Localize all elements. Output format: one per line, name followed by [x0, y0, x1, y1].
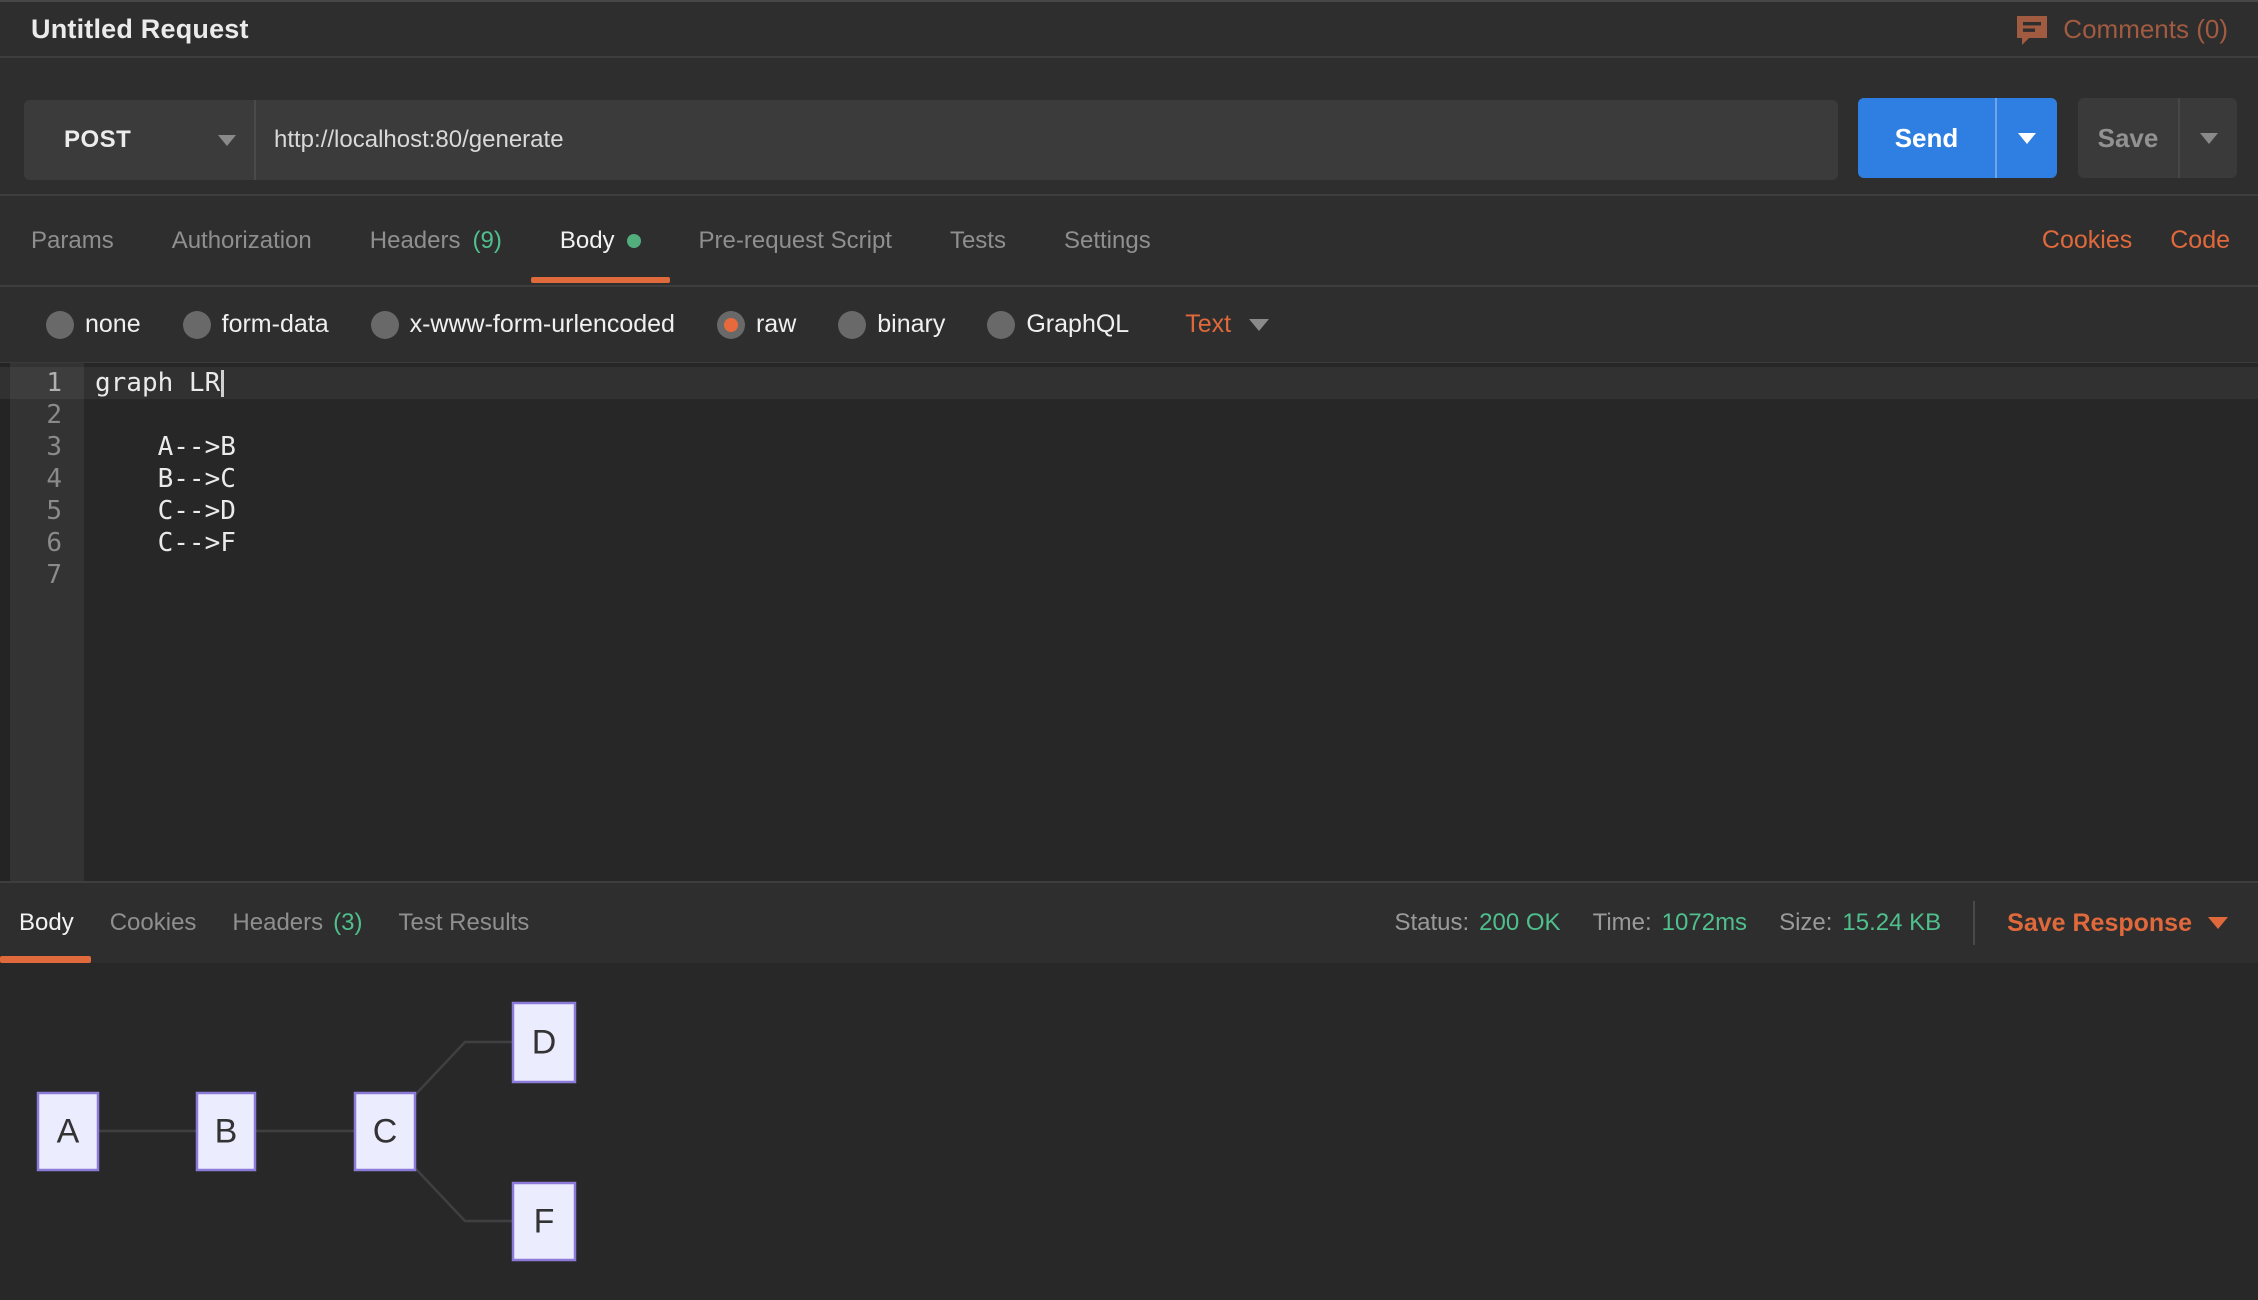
body-type-radio-form-data[interactable]: form-data — [183, 310, 329, 339]
send-caret-icon — [2018, 133, 2036, 144]
graph-edge-C-F — [415, 1168, 513, 1221]
editor-line[interactable]: 7 — [0, 559, 2258, 591]
radio-icon — [183, 311, 211, 339]
graph-node-B: B — [197, 1093, 255, 1170]
url-field: POST — [24, 100, 1838, 180]
graph-node-A: A — [38, 1093, 98, 1170]
editor-line-text — [84, 399, 95, 431]
save-caret-icon — [2200, 133, 2218, 144]
editor-line[interactable]: 4 B-->C — [0, 463, 2258, 495]
response-tab-cookies[interactable]: Cookies — [110, 883, 197, 963]
body-type-radio-raw[interactable]: raw — [717, 310, 796, 339]
editor-line-text: graph LR — [84, 367, 224, 399]
editor-line[interactable]: 5 C-->D — [0, 495, 2258, 527]
raw-format-select[interactable]: Text — [1185, 310, 1269, 339]
headers-count-badge: (9) — [473, 227, 502, 255]
tab-body[interactable]: Body — [560, 196, 641, 285]
editor-line[interactable]: 3 A-->B — [0, 431, 2258, 463]
save-response-button[interactable]: Save Response — [2007, 909, 2228, 938]
tab-settings[interactable]: Settings — [1064, 196, 1151, 285]
editor-line-text: B-->C — [84, 463, 236, 495]
tab-pre-request-script[interactable]: Pre-request Script — [699, 196, 892, 285]
url-input[interactable] — [256, 100, 1838, 180]
editor-cursor — [221, 370, 224, 397]
editor-line-text: C-->D — [84, 495, 236, 527]
save-button[interactable]: Save — [2078, 98, 2237, 178]
radio-icon — [46, 311, 74, 339]
editor-line[interactable]: 6 C-->F — [0, 527, 2258, 559]
request-tabs-bar: Params Authorization Headers (9) Body Pr… — [0, 196, 2258, 287]
body-type-radio-none[interactable]: none — [46, 310, 141, 339]
meta-divider — [1973, 901, 1975, 945]
size-value: 15.24 KB — [1842, 909, 1941, 937]
tab-headers[interactable]: Headers (9) — [370, 196, 502, 285]
body-type-row: none form-data x-www-form-urlencoded raw… — [0, 287, 2258, 363]
response-tab-headers[interactable]: Headers (3) — [232, 883, 362, 963]
radio-icon — [838, 311, 866, 339]
radio-icon — [987, 311, 1015, 339]
editor-line[interactable]: 2 — [0, 399, 2258, 431]
send-button[interactable]: Send — [1858, 98, 2057, 178]
response-headers-count-badge: (3) — [333, 909, 362, 937]
radio-icon — [371, 311, 399, 339]
request-body-editor[interactable]: 1graph LR23 A-->B4 B-->C5 C-->D6 C-->F7 — [0, 363, 2258, 881]
graph-node-D: D — [513, 1003, 575, 1082]
method-select[interactable]: POST — [24, 100, 256, 180]
graph-node-F: F — [513, 1183, 575, 1260]
graph-node-label: D — [532, 1024, 557, 1062]
send-options-dropdown[interactable] — [1995, 98, 2057, 178]
status-value: 200 OK — [1479, 909, 1560, 937]
send-button-label[interactable]: Send — [1858, 98, 1995, 178]
time-value: 1072ms — [1662, 909, 1747, 937]
comments-button[interactable]: Comments (0) — [2015, 14, 2228, 45]
body-type-radio-x-www-form-urlencoded[interactable]: x-www-form-urlencoded — [371, 310, 675, 339]
request-url-row: POST Send Save — [0, 58, 2258, 196]
tab-tests[interactable]: Tests — [950, 196, 1006, 285]
line-number: 1 — [10, 367, 84, 399]
comments-label: Comments (0) — [2063, 14, 2228, 45]
graph-node-label: F — [534, 1203, 555, 1241]
line-number: 3 — [10, 431, 84, 463]
line-number: 4 — [10, 463, 84, 495]
method-caret-icon — [218, 135, 236, 146]
response-size: Size: 15.24 KB — [1779, 909, 1941, 937]
graph-edge-C-D — [415, 1042, 513, 1095]
save-response-caret-icon — [2208, 917, 2228, 929]
method-label: POST — [64, 126, 131, 154]
editor-line-text — [84, 559, 95, 591]
graph-node-label: C — [373, 1113, 398, 1151]
editor-line-text: A-->B — [84, 431, 236, 463]
response-tabs-bar: Body Cookies Headers (3) Test Results St… — [0, 881, 2258, 963]
request-header-bar: Untitled Request Comments (0) — [0, 0, 2258, 58]
raw-format-label: Text — [1185, 310, 1231, 339]
comment-bubble-icon — [2015, 14, 2049, 45]
body-type-radio-graphql[interactable]: GraphQL — [987, 310, 1129, 339]
graph-node-label: A — [57, 1113, 80, 1151]
response-tab-test-results[interactable]: Test Results — [398, 883, 529, 963]
graph-node-label: B — [215, 1113, 238, 1151]
radio-selected-icon — [717, 311, 745, 339]
line-number: 7 — [10, 559, 84, 591]
body-modified-dot — [627, 234, 641, 248]
editor-line[interactable]: 1graph LR — [0, 367, 2258, 399]
response-tab-body[interactable]: Body — [19, 883, 74, 963]
editor-line-text: C-->F — [84, 527, 236, 559]
line-number: 2 — [10, 399, 84, 431]
save-options-dropdown[interactable] — [2178, 98, 2237, 178]
body-type-radio-binary[interactable]: binary — [838, 310, 945, 339]
code-link[interactable]: Code — [2170, 226, 2230, 255]
cookies-link[interactable]: Cookies — [2042, 226, 2132, 255]
line-number: 6 — [10, 527, 84, 559]
request-title: Untitled Request — [31, 14, 249, 45]
response-status: Status: 200 OK — [1394, 909, 1560, 937]
response-time: Time: 1072ms — [1593, 909, 1748, 937]
response-graph: A B C D F — [0, 963, 2258, 1300]
tab-params[interactable]: Params — [31, 196, 114, 285]
format-caret-icon — [1249, 319, 1269, 331]
line-number: 5 — [10, 495, 84, 527]
save-button-label[interactable]: Save — [2078, 98, 2178, 178]
graph-node-C: C — [355, 1093, 415, 1170]
tab-authorization[interactable]: Authorization — [172, 196, 312, 285]
response-body-panel: A B C D F — [0, 963, 2258, 1300]
